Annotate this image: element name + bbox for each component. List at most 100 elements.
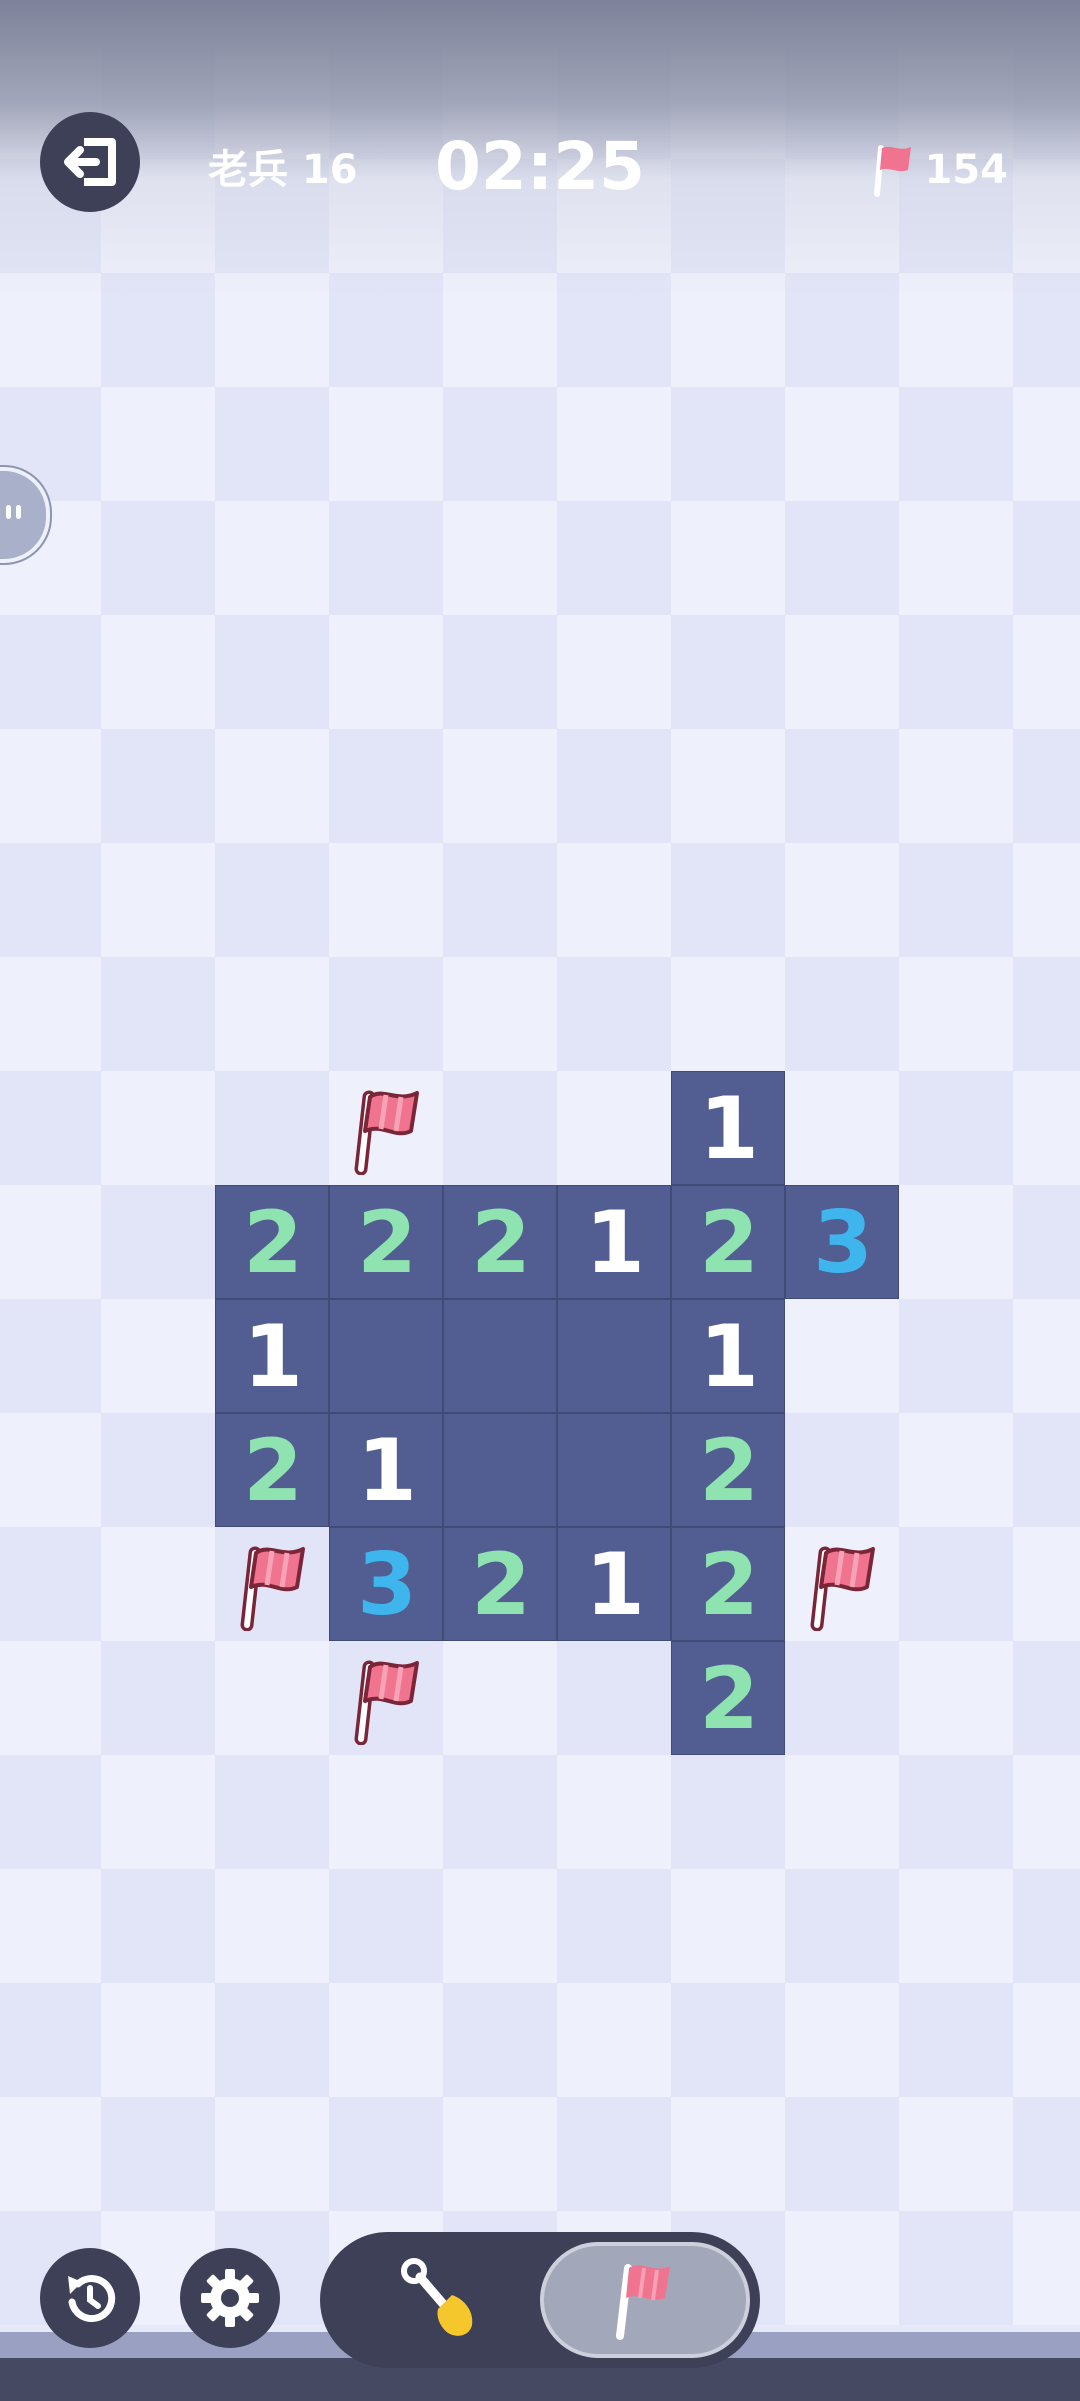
hidden-cell[interactable] xyxy=(101,1071,215,1185)
hidden-cell[interactable] xyxy=(557,501,671,615)
hidden-cell[interactable] xyxy=(899,2211,1013,2325)
hidden-cell[interactable] xyxy=(899,1071,1013,1185)
hidden-cell[interactable] xyxy=(101,957,215,1071)
hidden-cell[interactable] xyxy=(0,273,101,387)
hidden-cell[interactable] xyxy=(215,1071,329,1185)
hidden-cell[interactable] xyxy=(557,1641,671,1755)
hidden-cell[interactable] xyxy=(671,2097,785,2211)
hidden-cell[interactable] xyxy=(785,1983,899,2097)
hidden-cell[interactable] xyxy=(557,1071,671,1185)
revealed-cell[interactable]: 1 xyxy=(557,1185,671,1299)
hidden-cell[interactable] xyxy=(329,843,443,957)
hidden-cell[interactable] xyxy=(443,729,557,843)
hidden-cell[interactable] xyxy=(785,1299,899,1413)
revealed-cell[interactable]: 1 xyxy=(557,1527,671,1641)
hidden-cell[interactable] xyxy=(557,729,671,843)
revealed-cell[interactable]: 2 xyxy=(215,1413,329,1527)
hidden-cell[interactable] xyxy=(785,957,899,1071)
hidden-cell[interactable] xyxy=(443,501,557,615)
hidden-cell[interactable] xyxy=(1013,387,1080,501)
hidden-cell[interactable] xyxy=(101,615,215,729)
hidden-cell[interactable] xyxy=(101,2097,215,2211)
hidden-cell[interactable] xyxy=(215,1869,329,1983)
hidden-cell[interactable] xyxy=(1013,1527,1080,1641)
hidden-cell[interactable] xyxy=(0,1185,101,1299)
hidden-cell[interactable] xyxy=(1013,2097,1080,2211)
hidden-cell[interactable] xyxy=(329,1755,443,1869)
revealed-cell[interactable]: 2 xyxy=(671,1641,785,1755)
hidden-cell[interactable] xyxy=(899,273,1013,387)
hidden-cell[interactable] xyxy=(1013,1299,1080,1413)
hidden-cell[interactable] xyxy=(671,1983,785,2097)
hidden-cell[interactable] xyxy=(443,1641,557,1755)
hidden-cell[interactable] xyxy=(329,2097,443,2211)
hidden-cell[interactable] xyxy=(329,1983,443,2097)
hidden-cell[interactable] xyxy=(557,615,671,729)
hidden-cell[interactable] xyxy=(899,1299,1013,1413)
hidden-cell[interactable] xyxy=(785,501,899,615)
hidden-cell[interactable] xyxy=(1013,957,1080,1071)
hidden-cell[interactable] xyxy=(443,957,557,1071)
hidden-cell[interactable] xyxy=(671,387,785,501)
hidden-cell[interactable] xyxy=(0,1869,101,1983)
hidden-cell[interactable] xyxy=(785,1413,899,1527)
hidden-cell[interactable] xyxy=(671,957,785,1071)
hidden-cell[interactable] xyxy=(785,1869,899,1983)
hidden-cell[interactable] xyxy=(899,1641,1013,1755)
hidden-cell[interactable] xyxy=(785,1071,899,1185)
hidden-cell[interactable] xyxy=(785,1641,899,1755)
hidden-cell[interactable] xyxy=(329,729,443,843)
hidden-cell[interactable] xyxy=(443,615,557,729)
hidden-cell[interactable] xyxy=(0,615,101,729)
hidden-cell[interactable] xyxy=(0,729,101,843)
hidden-cell[interactable] xyxy=(101,1527,215,1641)
revealed-cell[interactable]: 1 xyxy=(671,1071,785,1185)
hidden-cell[interactable] xyxy=(785,843,899,957)
hidden-cell[interactable] xyxy=(671,843,785,957)
hidden-cell[interactable] xyxy=(101,1299,215,1413)
hidden-cell[interactable] xyxy=(557,1755,671,1869)
dig-mode-button[interactable] xyxy=(344,2242,534,2358)
hidden-cell[interactable] xyxy=(0,1983,101,2097)
hidden-cell[interactable] xyxy=(1013,615,1080,729)
hidden-cell[interactable] xyxy=(899,1527,1013,1641)
hidden-cell[interactable] xyxy=(899,501,1013,615)
hidden-cell[interactable] xyxy=(1013,729,1080,843)
hidden-cell[interactable] xyxy=(557,1869,671,1983)
hidden-cell[interactable] xyxy=(671,501,785,615)
hidden-cell[interactable] xyxy=(101,501,215,615)
hidden-cell[interactable] xyxy=(899,729,1013,843)
revealed-cell[interactable]: 3 xyxy=(785,1185,899,1299)
hidden-cell[interactable] xyxy=(329,501,443,615)
hidden-cell[interactable] xyxy=(557,957,671,1071)
hidden-cell[interactable] xyxy=(899,387,1013,501)
hidden-cell[interactable] xyxy=(101,273,215,387)
hidden-cell[interactable] xyxy=(1013,501,1080,615)
revealed-cell[interactable]: 3 xyxy=(329,1527,443,1641)
hidden-cell[interactable] xyxy=(443,1869,557,1983)
revealed-cell[interactable]: 2 xyxy=(671,1185,785,1299)
revealed-cell[interactable]: 2 xyxy=(671,1413,785,1527)
hidden-cell[interactable] xyxy=(443,273,557,387)
hidden-cell[interactable] xyxy=(329,387,443,501)
hidden-cell[interactable] xyxy=(671,615,785,729)
hidden-cell[interactable] xyxy=(785,2211,899,2325)
hidden-cell[interactable] xyxy=(671,1755,785,1869)
hidden-cell[interactable] xyxy=(101,1641,215,1755)
settings-button[interactable] xyxy=(180,2248,280,2348)
hidden-cell[interactable] xyxy=(899,615,1013,729)
hidden-cell[interactable] xyxy=(329,273,443,387)
hidden-cell[interactable] xyxy=(215,273,329,387)
hidden-cell[interactable] xyxy=(671,729,785,843)
revealed-cell[interactable]: 1 xyxy=(329,1413,443,1527)
hidden-cell[interactable] xyxy=(785,1755,899,1869)
hidden-cell[interactable] xyxy=(101,1869,215,1983)
revealed-cell[interactable] xyxy=(443,1299,557,1413)
hidden-cell[interactable] xyxy=(101,1983,215,2097)
hidden-cell[interactable] xyxy=(0,1413,101,1527)
hidden-cell[interactable] xyxy=(1013,1071,1080,1185)
hidden-cell[interactable] xyxy=(215,2097,329,2211)
hidden-cell[interactable] xyxy=(443,1071,557,1185)
hidden-cell[interactable] xyxy=(557,843,671,957)
hidden-cell[interactable] xyxy=(215,957,329,1071)
